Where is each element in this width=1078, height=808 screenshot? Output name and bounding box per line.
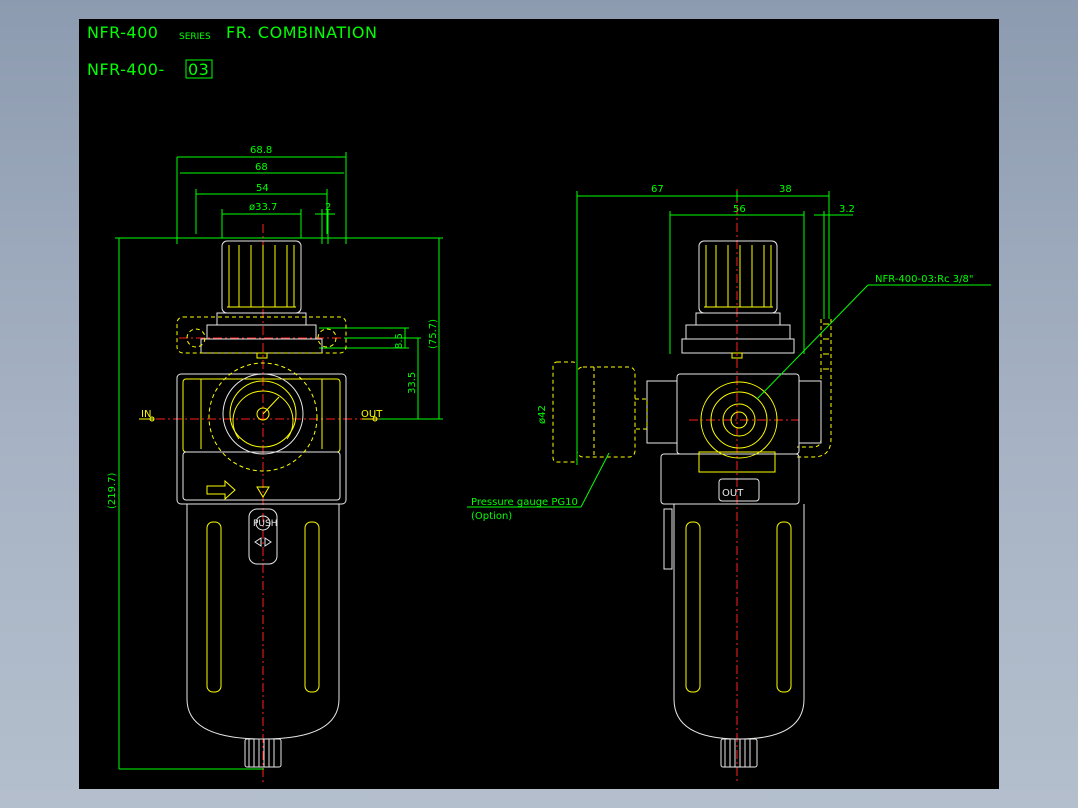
side-view: 67 38 56 3.2 OUT ø42 NFR-400-03:Rc 3/8" … — [467, 184, 991, 784]
dim-gap-2: 2 — [325, 202, 331, 213]
title-model: NFR-400 — [87, 23, 158, 42]
dim-33-5: 33.5 — [407, 372, 418, 394]
cad-drawing: NFR-400 SERIES FR. COMBINATION NFR-400- … — [87, 23, 991, 784]
dim-38: 38 — [779, 184, 792, 195]
callout-port: NFR-400-03:Rc 3/8" — [875, 274, 974, 285]
callout-gauge-line1: Pressure gauge PG10 — [471, 497, 578, 508]
subtitle-boxed: 03 — [188, 60, 209, 79]
port-out-label: OUT — [361, 409, 383, 420]
out-label: OUT — [722, 488, 744, 499]
dim-219-7: (219.7) — [107, 472, 118, 509]
port-in-label: IN — [141, 409, 151, 420]
dim-75-7: (75.7) — [428, 319, 439, 349]
push-label: PUSH — [253, 519, 278, 529]
callout-gauge-line2: (Option) — [471, 511, 512, 522]
dim-dia-33-7: ø33.7 — [249, 202, 277, 213]
title-name: FR. COMBINATION — [226, 23, 377, 42]
subtitle-prefix: NFR-400- — [87, 60, 165, 79]
dim-67: 67 — [651, 184, 664, 195]
dim-3-2: 3.2 — [839, 204, 855, 215]
dim-54: 54 — [256, 183, 269, 194]
dim-dia-42: ø42 — [537, 405, 548, 424]
dim-56: 56 — [733, 204, 746, 215]
dim-68-8: 68.8 — [250, 145, 272, 156]
dim-68: 68 — [255, 162, 268, 173]
front-view: 68.8 68 54 ø33.7 2 (219.7) 8.5 (75.7) 33… — [107, 145, 443, 784]
cad-drawing-viewport[interactable]: NFR-400 SERIES FR. COMBINATION NFR-400- … — [79, 19, 999, 789]
dim-8-5: 8.5 — [394, 333, 405, 349]
title-series: SERIES — [179, 32, 211, 42]
